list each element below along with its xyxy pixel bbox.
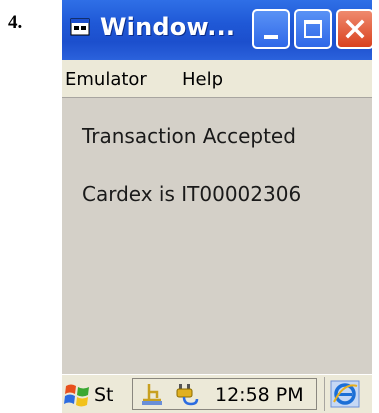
transaction-status-text: Transaction Accepted: [82, 124, 296, 148]
start-label: St: [94, 384, 114, 406]
system-tray: 12:58 PM: [132, 378, 317, 410]
close-button[interactable]: [336, 9, 372, 49]
app-window-icon: [70, 18, 90, 36]
internet-explorer-icon[interactable]: [330, 380, 360, 408]
menu-emulator[interactable]: Emulator: [65, 69, 147, 90]
window-titlebar[interactable]: Window...: [62, 0, 372, 60]
menu-bar: Emulator Help: [62, 60, 372, 98]
maximize-icon: [304, 20, 322, 38]
device-screen: Window... Emulator Help Transaction Acce…: [62, 0, 372, 413]
content-area: Transaction Accepted Cardex is IT0000230…: [62, 98, 372, 374]
step-number: 4.: [8, 12, 23, 33]
usb-icon[interactable]: [139, 382, 167, 408]
minimize-button[interactable]: [252, 9, 290, 49]
clock-display[interactable]: 12:58 PM: [215, 384, 304, 406]
taskbar-divider: [324, 377, 325, 411]
window-title: Window...: [100, 13, 236, 41]
menu-help[interactable]: Help: [182, 69, 223, 90]
power-icon[interactable]: [173, 382, 201, 408]
maximize-button[interactable]: [294, 9, 332, 49]
minimize-icon: [264, 35, 278, 39]
windows-flag-icon: [64, 384, 89, 407]
close-icon: [345, 19, 365, 39]
start-button[interactable]: St: [64, 378, 134, 411]
taskbar: St 12:58 PM: [62, 374, 372, 413]
cardex-id-text: Cardex is IT00002306: [82, 182, 302, 206]
